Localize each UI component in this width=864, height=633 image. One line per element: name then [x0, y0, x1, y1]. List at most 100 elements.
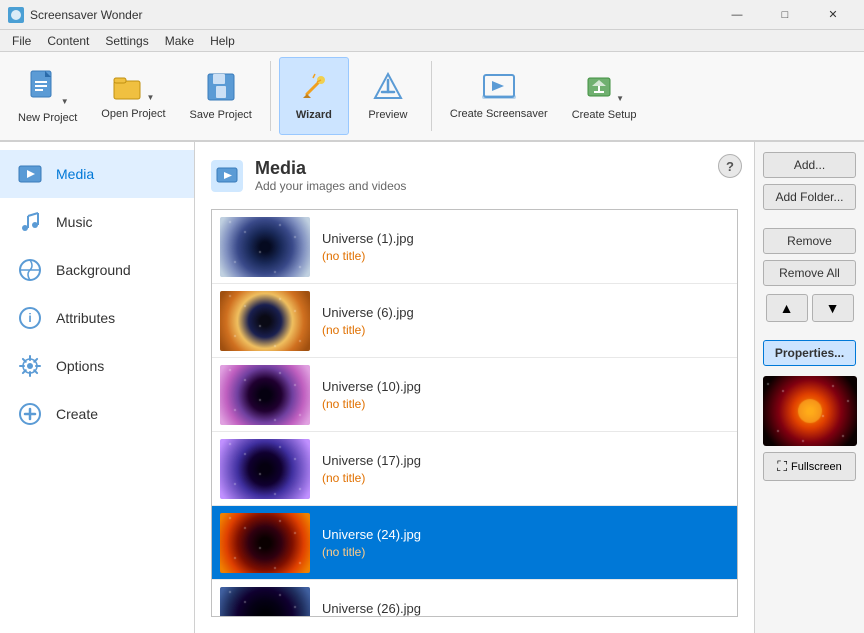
- preview-icon: [373, 72, 403, 105]
- properties-button[interactable]: Properties...: [763, 340, 856, 366]
- wizard-label: Wizard: [296, 109, 332, 121]
- toolbar-sep-2: [431, 61, 432, 131]
- help-button[interactable]: ?: [718, 154, 742, 178]
- media-item[interactable]: Universe (1).jpg(no title): [212, 210, 737, 284]
- save-project-label: Save Project: [190, 109, 252, 121]
- media-thumbnail: [220, 587, 310, 618]
- preview-thumbnail: [763, 376, 857, 446]
- app-title: Screensaver Wonder: [30, 8, 714, 22]
- music-icon: [16, 208, 44, 236]
- media-info: Universe (26).jpg(no title): [322, 601, 729, 618]
- menu-file[interactable]: File: [4, 32, 39, 50]
- options-icon: [16, 352, 44, 380]
- add-button[interactable]: Add...: [763, 152, 856, 178]
- sidebar-item-background[interactable]: Background: [0, 246, 194, 294]
- media-filename: Universe (26).jpg: [322, 601, 729, 616]
- attributes-icon: i: [16, 304, 44, 332]
- content-subtitle: Add your images and videos: [255, 179, 406, 193]
- sidebar-media-label: Media: [56, 166, 94, 182]
- menu-make[interactable]: Make: [157, 32, 202, 50]
- create-screensaver-icon: [482, 71, 516, 104]
- create-screensaver-label: Create Screensaver: [450, 108, 548, 121]
- content-header-icon: [211, 160, 243, 192]
- media-filename: Universe (24).jpg: [322, 527, 729, 542]
- window-controls: — □ ✕: [714, 0, 856, 30]
- remove-button[interactable]: Remove: [763, 228, 856, 254]
- sidebar-music-label: Music: [56, 214, 93, 230]
- toolbar-sep-1: [270, 61, 271, 131]
- media-thumbnail: [220, 291, 310, 351]
- media-item[interactable]: Universe (24).jpg (no title): [212, 506, 737, 580]
- add-folder-button[interactable]: Add Folder...: [763, 184, 856, 210]
- media-item[interactable]: Universe (6).jpg (no title): [212, 284, 737, 358]
- wizard-button[interactable]: Wizard: [279, 57, 349, 135]
- open-project-button[interactable]: ▼ Open Project: [91, 57, 175, 135]
- save-project-button[interactable]: Save Project: [180, 57, 262, 135]
- media-thumbnail: [220, 513, 310, 573]
- fullscreen-label: Fullscreen: [791, 461, 842, 473]
- menu-help[interactable]: Help: [202, 32, 243, 50]
- menubar: File Content Settings Make Help: [0, 30, 864, 52]
- sidebar: Media Music Background i Attributes Opti…: [0, 142, 195, 633]
- media-title: (no title): [322, 323, 729, 337]
- media-list[interactable]: Universe (1).jpg(no title)Universe (6).j…: [211, 209, 738, 617]
- open-project-arrow: ▼: [146, 93, 154, 102]
- content-header: Media Add your images and videos: [211, 158, 738, 193]
- new-project-icon: [27, 69, 59, 108]
- remove-all-button[interactable]: Remove All: [763, 260, 856, 286]
- new-project-label: New Project: [18, 112, 77, 124]
- panel-sep-1: [763, 216, 856, 222]
- media-info: Universe (6).jpg (no title): [322, 305, 729, 337]
- create-setup-arrow: ▼: [616, 94, 624, 103]
- media-filename: Universe (17).jpg: [322, 453, 729, 468]
- open-project-icon: [112, 73, 144, 104]
- open-project-label: Open Project: [101, 108, 165, 120]
- preview-button[interactable]: Preview: [353, 57, 423, 135]
- create-setup-icon: [584, 72, 614, 105]
- media-item[interactable]: Universe (10).jpg(no title): [212, 358, 737, 432]
- media-item[interactable]: Universe (26).jpg(no title): [212, 580, 737, 617]
- main-area: Media Music Background i Attributes Opti…: [0, 142, 864, 633]
- media-thumbnail: [220, 217, 310, 277]
- fullscreen-button[interactable]: ⛶ Fullscreen: [763, 452, 856, 481]
- sidebar-item-attributes[interactable]: i Attributes: [0, 294, 194, 342]
- close-button[interactable]: ✕: [810, 0, 856, 30]
- preview-label: Preview: [368, 109, 407, 121]
- fullscreen-icon: ⛶: [777, 458, 787, 475]
- maximize-button[interactable]: □: [762, 0, 808, 30]
- app-icon: [8, 7, 24, 23]
- background-icon: [16, 256, 44, 284]
- media-title: (no title): [322, 471, 729, 485]
- save-project-icon: [206, 72, 236, 105]
- create-setup-label: Create Setup: [572, 109, 637, 121]
- media-filename: Universe (1).jpg: [322, 231, 729, 246]
- content-area: ? Media Add your images and videos Unive…: [195, 142, 754, 633]
- svg-text:i: i: [28, 311, 31, 325]
- content-title: Media: [255, 158, 406, 179]
- media-title: (no title): [322, 545, 729, 559]
- move-down-button[interactable]: ▼: [812, 294, 854, 322]
- toolbar: ▼ New Project ▼ Open Project Save Projec…: [0, 52, 864, 142]
- panel-sep-2: [763, 328, 856, 334]
- nav-buttons: ▲ ▼: [763, 294, 856, 322]
- menu-content[interactable]: Content: [39, 32, 97, 50]
- sidebar-item-create[interactable]: Create: [0, 390, 194, 438]
- minimize-button[interactable]: —: [714, 0, 760, 30]
- new-project-button[interactable]: ▼ New Project: [8, 57, 87, 135]
- content-header-text: Media Add your images and videos: [255, 158, 406, 193]
- media-filename: Universe (6).jpg: [322, 305, 729, 320]
- create-setup-button[interactable]: ▼ Create Setup: [562, 57, 647, 135]
- media-icon: [16, 160, 44, 188]
- right-panel: Add... Add Folder... Remove Remove All ▲…: [754, 142, 864, 633]
- menu-settings[interactable]: Settings: [97, 32, 156, 50]
- sidebar-item-music[interactable]: Music: [0, 198, 194, 246]
- create-screensaver-button[interactable]: Create Screensaver: [440, 57, 558, 135]
- sidebar-item-options[interactable]: Options: [0, 342, 194, 390]
- wizard-icon: [299, 72, 329, 105]
- media-item[interactable]: Universe (17).jpg (no title): [212, 432, 737, 506]
- media-info: Universe (24).jpg (no title): [322, 527, 729, 559]
- sidebar-item-media[interactable]: Media: [0, 150, 194, 198]
- move-up-button[interactable]: ▲: [766, 294, 808, 322]
- media-info: Universe (17).jpg (no title): [322, 453, 729, 485]
- media-thumbnail: [220, 365, 310, 425]
